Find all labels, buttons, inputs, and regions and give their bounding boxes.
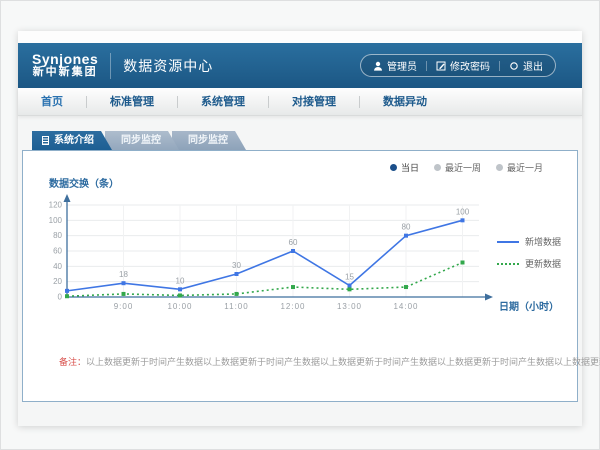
footnote-text: 以上数据更新于时间产生数据以上数据更新于时间产生数据以上数据更新于时间产生数据以… [86,357,600,367]
radio-today[interactable]: 当日 [390,161,419,174]
user-icon [373,61,383,71]
nav-item-system[interactable]: 系统管理 [178,88,268,116]
pill-divider [426,61,427,71]
svg-text:9:00: 9:00 [114,302,134,311]
user-menu: 管理员 修改密码 退出 [360,54,556,77]
logo-company: 新中新集团 [32,67,98,79]
svg-text:60: 60 [289,238,298,247]
logout-label: 退出 [523,58,543,73]
svg-text:10:00: 10:00 [167,302,192,311]
radio-last-week[interactable]: 最近一周 [434,161,481,174]
svg-text:60: 60 [53,247,62,256]
radio-dot-icon [434,164,441,171]
legend-new-data[interactable]: 新增数据 [497,235,561,248]
radio-label: 最近一月 [507,161,543,174]
svg-text:12:00: 12:00 [280,302,305,311]
dotted-line-icon [497,263,519,265]
radio-label: 最近一周 [445,161,481,174]
svg-text:40: 40 [53,262,62,271]
tab-system-intro[interactable]: 系统介绍 [32,131,112,150]
svg-text:80: 80 [402,223,411,232]
legend-updated-data[interactable]: 更新数据 [497,257,561,270]
change-password-label: 修改密码 [450,58,490,73]
svg-text:80: 80 [53,231,62,240]
legend-label: 新增数据 [525,235,561,248]
time-range-filter: 当日 最近一周 最近一月 [390,161,543,174]
user-menu-admin[interactable]: 管理员 [373,58,417,73]
svg-text:11:00: 11:00 [224,302,248,311]
svg-text:15: 15 [345,273,354,282]
content-panel: 当日 最近一周 最近一月 数据交换（条） 0 20 40 60 80 100 120 9:00… [22,150,578,402]
pill-divider [499,61,500,71]
tab-bar: 系统介绍 同步监控 同步监控 [32,131,239,150]
nav-item-integration[interactable]: 对接管理 [269,88,359,116]
logo[interactable]: Synjones 新中新集团 [32,52,98,78]
svg-text:10: 10 [176,276,185,285]
svg-text:30: 30 [232,261,241,270]
tab-label: 系统介绍 [54,131,94,150]
logo-brand: Synjones [32,52,98,67]
tab-label: 同步监控 [121,135,161,146]
main-nav: 首页 标准管理 系统管理 对接管理 数据异动 [18,88,582,116]
window-top-strip [18,31,582,43]
content-area: 系统介绍 同步监控 同步监控 当日 最近一周 [18,116,582,426]
tab-sync-monitor-1[interactable]: 同步监控 [105,131,179,150]
svg-text:18: 18 [119,270,128,279]
logout-button[interactable]: 退出 [509,58,543,73]
nav-item-data-change[interactable]: 数据异动 [360,88,450,116]
svg-text:120: 120 [49,201,63,210]
footnote-prefix: 备注： [59,357,86,367]
app-title: 数据资源中心 [123,56,213,76]
solid-line-icon [497,241,519,243]
svg-text:13:00: 13:00 [337,302,362,311]
chart-y-axis-title: 数据交换（条） [49,175,119,190]
line-chart: 0 20 40 60 80 100 120 9:00 10:00 11:00 12:00 13:00 1… [39,191,569,321]
nav-item-standards[interactable]: 标准管理 [87,88,177,116]
svg-text:100: 100 [456,207,470,216]
radio-last-month[interactable]: 最近一月 [496,161,543,174]
tab-sync-monitor-2[interactable]: 同步监控 [172,131,246,150]
radio-label: 当日 [401,161,419,174]
svg-text:20: 20 [53,277,62,286]
change-password-button[interactable]: 修改密码 [436,58,490,73]
footnote: 备注：以上数据更新于时间产生数据以上数据更新于时间产生数据以上数据更新于时间产生… [59,355,600,368]
document-icon [42,136,49,145]
chart-legend: 新增数据 更新数据 [497,235,561,270]
radio-dot-icon [390,164,397,171]
svg-text:14:00: 14:00 [393,302,418,311]
svg-text:日期（小时）: 日期（小时） [499,300,559,313]
header-divider [110,53,111,79]
radio-dot-icon [496,164,503,171]
app-header: Synjones 新中新集团 数据资源中心 管理员 修改密码 [18,43,582,88]
tab-label: 同步监控 [188,135,228,146]
app-window: Synjones 新中新集团 数据资源中心 管理员 修改密码 [18,31,582,426]
nav-item-home[interactable]: 首页 [18,88,86,116]
svg-text:0: 0 [58,293,63,302]
svg-text:100: 100 [49,216,63,225]
power-icon [509,61,519,71]
edit-icon [436,61,446,71]
page-background: { "header": { "logo": { "brand": "Synjon… [0,0,600,450]
user-menu-admin-label: 管理员 [387,58,417,73]
legend-label: 更新数据 [525,257,561,270]
